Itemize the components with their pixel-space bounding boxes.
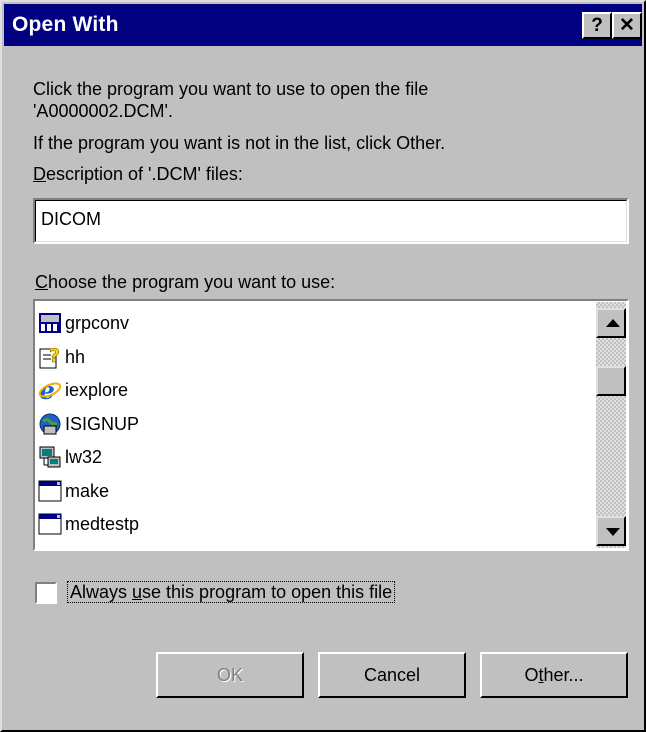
ok-button[interactable]: OK — [156, 652, 304, 698]
window-app-icon — [38, 479, 62, 503]
program-list-label: Choose the program you want to use: — [35, 272, 335, 293]
description-value: DICOM — [41, 209, 101, 229]
instruction-filename: 'A0000002.DCM'. — [33, 101, 173, 121]
instruction-line-1: Click the program you want to use to ope… — [33, 79, 429, 99]
program-list-label-text: hoose the program you want to use: — [48, 272, 336, 292]
list-item-label: hh — [65, 346, 86, 367]
always-use-checkbox[interactable] — [35, 582, 57, 604]
help-file-icon: ? — [38, 345, 62, 369]
list-item-label: make — [65, 480, 110, 501]
cancel-button-label: Cancel — [363, 664, 421, 685]
program-list-label-accesskey: C — [35, 272, 48, 292]
lw32-icon — [38, 445, 62, 469]
list-item-label: lw32 — [65, 446, 103, 467]
open-with-dialog: Open With ? ✕ Click the program you want… — [0, 0, 646, 732]
window-app-icon — [38, 512, 62, 536]
description-label: Description of '.DCM' files: — [33, 164, 243, 185]
scroll-thumb[interactable] — [596, 366, 626, 396]
list-item[interactable]: medtestp — [38, 507, 139, 541]
list-item-label: medtestp — [65, 513, 140, 534]
help-button[interactable]: ? — [582, 12, 612, 39]
always-use-label[interactable]: Always use this program to open this fil… — [66, 581, 396, 603]
program-list[interactable]: grpconv ? hh e iexplore ISIGNUP lw32 mak… — [33, 299, 629, 551]
help-icon: ? — [591, 15, 603, 36]
description-label-text: escription of '.DCM' files: — [46, 164, 243, 184]
list-item-label: ISIGNUP — [65, 413, 140, 434]
list-item[interactable]: e iexplore — [38, 373, 128, 407]
list-item[interactable]: ISIGNUP — [38, 407, 139, 441]
other-button-label: Other... — [524, 664, 584, 685]
svg-text:?: ? — [49, 345, 60, 367]
list-item[interactable]: lw32 — [38, 440, 102, 474]
window-title: Open With — [12, 13, 119, 36]
internet-explorer-icon: e — [38, 376, 62, 405]
other-button[interactable]: Other... — [480, 652, 628, 698]
arrow-up-icon — [606, 319, 620, 327]
ok-button-label: OK — [216, 664, 243, 685]
cancel-button[interactable]: Cancel — [318, 652, 466, 698]
list-item-label: iexplore — [65, 379, 129, 400]
description-label-accesskey: D — [33, 164, 46, 184]
scroll-up-button[interactable] — [596, 308, 626, 338]
vertical-scrollbar[interactable] — [596, 302, 626, 548]
list-item-label: grpconv — [65, 312, 130, 333]
grpconv-icon — [38, 311, 62, 335]
list-item[interactable]: make — [38, 474, 109, 508]
description-field[interactable]: DICOM — [33, 198, 629, 244]
list-item[interactable]: grpconv — [38, 306, 129, 340]
instruction-line-3: If the program you want is not in the li… — [33, 133, 446, 153]
arrow-down-icon — [606, 528, 620, 536]
scroll-down-button[interactable] — [596, 516, 626, 546]
close-button[interactable]: ✕ — [612, 12, 642, 39]
close-icon: ✕ — [619, 15, 635, 36]
isignup-icon — [38, 412, 62, 436]
title-bar[interactable]: Open With ? ✕ — [4, 4, 642, 46]
list-item[interactable]: ? hh — [38, 340, 85, 374]
